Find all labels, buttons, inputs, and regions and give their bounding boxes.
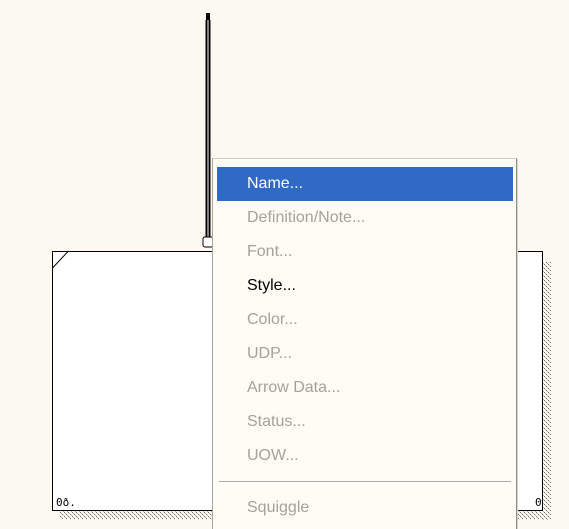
menu-item-definition-note[interactable]: Definition/Note...: [217, 201, 513, 235]
left-box-label: 0ð.: [56, 496, 76, 509]
menu-item-status[interactable]: Status...: [217, 405, 513, 439]
activity-box-left[interactable]: [52, 251, 217, 511]
menu-item-style[interactable]: Style...: [217, 269, 513, 303]
context-menu: Name... Definition/Note... Font... Style…: [212, 158, 517, 529]
menu-item-udp[interactable]: UDP...: [217, 337, 513, 371]
menu-item-name[interactable]: Name...: [217, 167, 513, 201]
menu-item-arrow-data[interactable]: Arrow Data...: [217, 371, 513, 405]
menu-item-squiggle[interactable]: Squiggle: [217, 491, 513, 525]
menu-item-font[interactable]: Font...: [217, 235, 513, 269]
menu-item-uow[interactable]: UOW...: [217, 439, 513, 473]
menu-separator: [219, 481, 511, 483]
right-box-label: 0: [535, 496, 542, 509]
menu-item-color[interactable]: Color...: [217, 303, 513, 337]
left-box-shadow: [60, 511, 220, 519]
